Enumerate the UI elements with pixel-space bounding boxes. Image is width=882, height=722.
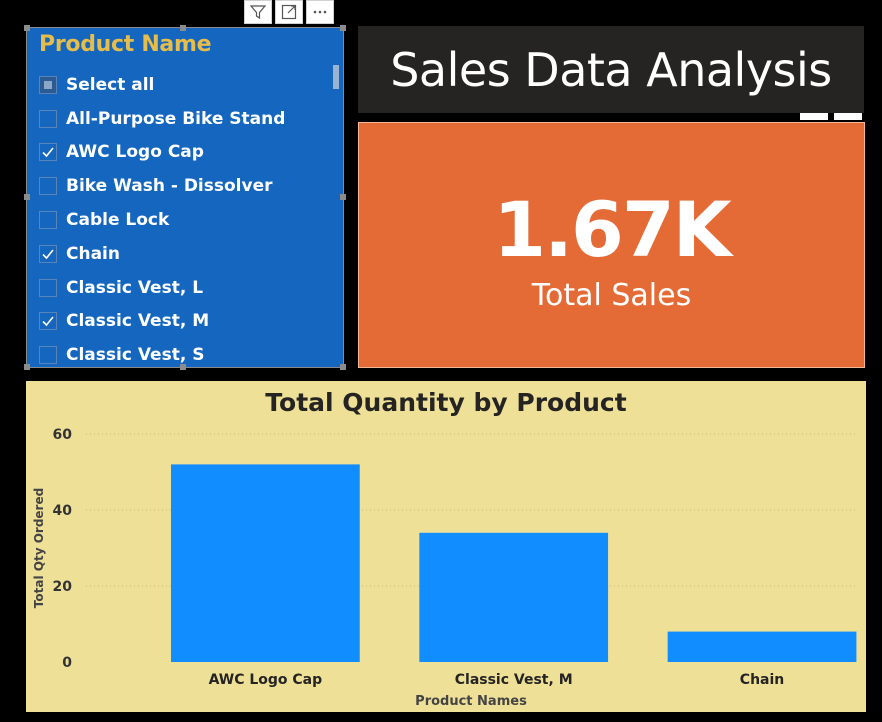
slicer-item-label: AWC Logo Cap xyxy=(66,142,204,163)
resize-handle[interactable] xyxy=(24,364,30,370)
report-title: Sales Data Analysis xyxy=(390,42,832,97)
slicer-item-label: Classic Vest, L xyxy=(66,277,204,298)
x-tick-label: Classic Vest, M xyxy=(455,672,573,688)
slicer-item[interactable]: Select all xyxy=(39,68,329,102)
checkbox-unchecked[interactable] xyxy=(39,211,57,230)
kpi-value: 1.67K xyxy=(493,185,731,274)
slicer-item-label: Bike Wash - Dissolver xyxy=(66,176,273,197)
slicer-item[interactable]: Bike Wash - Dissolver xyxy=(39,169,329,203)
bar xyxy=(419,532,609,662)
slicer-item[interactable]: All-Purpose Bike Stand xyxy=(39,102,329,136)
report-title-card: Sales Data Analysis xyxy=(358,26,864,113)
checkbox-unchecked[interactable] xyxy=(39,177,57,196)
filter-button[interactable] xyxy=(244,0,272,24)
checkbox-partial[interactable] xyxy=(39,75,57,94)
resize-handle[interactable] xyxy=(340,364,346,370)
checkbox-checked[interactable] xyxy=(39,244,57,263)
slicer-item[interactable]: Classic Vest, S xyxy=(39,338,329,372)
slicer-list: Select all All-Purpose Bike Stand AWC Logo… xyxy=(39,68,329,372)
resize-handle[interactable] xyxy=(340,25,346,31)
checkbox-checked[interactable] xyxy=(39,312,57,331)
y-tick-label: 40 xyxy=(53,503,73,519)
slicer-item-label: All-Purpose Bike Stand xyxy=(66,108,286,129)
visual-header-toolbar xyxy=(244,0,334,24)
resize-handle[interactable] xyxy=(24,194,30,200)
x-axis-label: Product Names xyxy=(415,694,527,709)
focus-mode-icon xyxy=(281,4,297,20)
checkbox-unchecked[interactable] xyxy=(39,346,57,365)
chart-title: Total Quantity by Product xyxy=(265,388,626,417)
more-options-button[interactable] xyxy=(306,0,334,24)
product-name-slicer[interactable]: Product Name Select all All-Purpose Bike … xyxy=(24,25,346,370)
y-tick-label: 0 xyxy=(62,655,72,671)
quantity-bar-chart[interactable]: Total Quantity by Product 0 20 40 60 AWC Logo… xyxy=(26,381,866,712)
y-tick-label: 60 xyxy=(53,427,73,443)
slicer-item[interactable]: Classic Vest, L xyxy=(39,271,329,305)
slicer-title: Product Name xyxy=(39,32,212,57)
bar xyxy=(171,464,360,662)
slicer-scrollbar[interactable] xyxy=(333,65,339,89)
slicer-item-label: Cable Lock xyxy=(66,210,170,231)
kpi-label: Total Sales xyxy=(531,278,692,313)
slicer-item[interactable]: AWC Logo Cap xyxy=(39,136,329,170)
slicer-item[interactable]: Cable Lock xyxy=(39,203,329,237)
resize-handle[interactable] xyxy=(180,25,186,31)
checkbox-unchecked[interactable] xyxy=(39,109,57,128)
focus-mode-button[interactable] xyxy=(275,0,303,24)
slicer-item[interactable]: Chain xyxy=(39,237,329,271)
partial-indicator-icon xyxy=(44,80,52,89)
resize-handle[interactable] xyxy=(340,194,346,200)
visual-header-stub xyxy=(834,113,862,120)
slicer-item-label: Classic Vest, S xyxy=(66,345,205,366)
x-tick-label: Chain xyxy=(740,672,784,688)
slicer-item-label: Classic Vest, M xyxy=(66,311,210,332)
slicer-item[interactable]: Classic Vest, M xyxy=(39,305,329,339)
bar xyxy=(667,631,857,662)
checkmark-icon xyxy=(42,147,54,158)
resize-handle[interactable] xyxy=(24,25,30,31)
more-options-icon xyxy=(313,10,327,14)
y-tick-label: 20 xyxy=(53,579,73,595)
filter-icon xyxy=(249,5,267,20)
slicer-item-label: Chain xyxy=(66,243,120,264)
visual-header-stub xyxy=(800,113,828,120)
checkbox-unchecked[interactable] xyxy=(39,278,57,297)
y-axis-label: Total Qty Ordered xyxy=(32,488,46,608)
checkmark-icon xyxy=(42,249,54,260)
total-sales-card: 1.67K Total Sales xyxy=(358,122,865,368)
bar-chart-svg: Total Quantity by Product 0 20 40 60 AWC Logo… xyxy=(32,388,857,709)
x-tick-label: AWC Logo Cap xyxy=(209,672,323,688)
checkbox-checked[interactable] xyxy=(39,143,57,162)
checkmark-icon xyxy=(42,316,54,327)
slicer-item-label: Select all xyxy=(66,74,155,95)
